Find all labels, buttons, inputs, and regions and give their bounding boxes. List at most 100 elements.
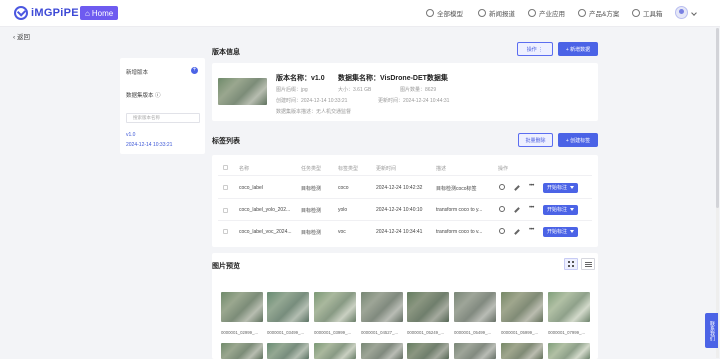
preview-image[interactable]: [407, 292, 449, 322]
row-checkbox[interactable]: [223, 185, 228, 190]
version-item-name[interactable]: v1.0: [126, 132, 135, 138]
preview-image[interactable]: [454, 292, 496, 322]
preview-image[interactable]: [221, 292, 263, 322]
preview-image[interactable]: [501, 343, 543, 359]
preview-image[interactable]: [314, 343, 356, 359]
preview-image[interactable]: [407, 343, 449, 359]
more-icon[interactable]: •••: [529, 183, 534, 189]
grid-icon: [426, 9, 434, 17]
update-time: 2024-12-24 10:42:32: [376, 185, 423, 191]
preview-image[interactable]: [548, 292, 590, 322]
view-icon[interactable]: [499, 206, 505, 212]
nav-label: 全部模型: [437, 11, 463, 18]
start-annotation-button[interactable]: 开始标注: [543, 227, 578, 237]
preview-image[interactable]: [454, 343, 496, 359]
add-data-button[interactable]: + 新增数据: [558, 42, 598, 56]
industry-icon: [528, 9, 536, 17]
toolbox-icon: [632, 9, 640, 17]
nav-all-models[interactable]: 全部模型: [426, 8, 463, 18]
image-caption: 0000001_02999_...: [221, 330, 259, 335]
image-format: 图片后缀：jpg: [276, 87, 308, 93]
preview-image[interactable]: [267, 292, 309, 322]
select-all-checkbox[interactable]: [223, 165, 228, 170]
version-search-input[interactable]: 搜索版本名称: [126, 113, 200, 123]
logo-text: iMGPiPE: [31, 7, 79, 19]
update-time: 2024-12-24 10:40:10: [376, 207, 423, 213]
product-icon: [578, 9, 586, 17]
start-annotation-button[interactable]: 开始标注: [543, 205, 578, 215]
list-view-toggle[interactable]: [581, 258, 595, 270]
avatar[interactable]: [675, 6, 688, 19]
label-name[interactable]: coco_label_yolo_202...: [239, 207, 290, 213]
image-caption: 0000001_05249_...: [407, 330, 445, 335]
list-icon: [585, 262, 592, 267]
preview-image[interactable]: [361, 292, 403, 322]
column-header: 更新时间: [376, 166, 397, 172]
logo-icon: [14, 6, 28, 20]
row-checkbox[interactable]: [223, 229, 228, 234]
more-icon[interactable]: •••: [529, 205, 534, 211]
preview-image[interactable]: [501, 292, 543, 322]
image-caption: 0000001_05499_...: [454, 330, 492, 335]
preview-image[interactable]: [221, 343, 263, 359]
nav-label: 产业应用: [539, 11, 565, 18]
contact-side-tab[interactable]: 联系我们: [705, 313, 718, 348]
create-label-button[interactable]: + 创建标签: [558, 133, 598, 147]
home-button[interactable]: ⌂ Home: [80, 6, 119, 20]
column-header: 标签类型: [338, 166, 359, 172]
update-time: 2024-12-24 10:34:41: [376, 229, 423, 235]
row-checkbox[interactable]: [223, 208, 228, 213]
logo[interactable]: iMGPiPE: [14, 6, 79, 20]
back-link[interactable]: ‹ 返回: [13, 31, 30, 41]
scrollbar-thumb[interactable]: [716, 28, 719, 208]
back-label: 返回: [16, 34, 30, 41]
label-type: coco: [338, 185, 349, 191]
preview-image[interactable]: [548, 343, 590, 359]
dataset-name: 数据集名称：VisDrone-DET数据集: [338, 75, 448, 82]
grid-view-toggle[interactable]: [564, 258, 578, 270]
task-type: 目标检测: [301, 230, 322, 236]
label-description: 目标检测coco标签: [436, 186, 477, 192]
preview-image[interactable]: [314, 292, 356, 322]
label-type: voc: [338, 229, 346, 235]
column-header: 描述: [436, 166, 447, 172]
task-type: 目标检测: [301, 186, 322, 192]
grid-icon: [568, 261, 574, 267]
nav-news[interactable]: 新闻报道: [478, 8, 515, 18]
column-header: 操作: [498, 166, 509, 172]
image-caption: 0000001_03499_...: [267, 330, 305, 335]
version-description: 数据集版本描述：无人机交通监督: [276, 109, 352, 115]
label-name[interactable]: coco_label: [239, 185, 263, 191]
new-version-label: 新增版本: [126, 70, 149, 76]
action-button[interactable]: 操作 ⋮: [517, 42, 553, 56]
chevron-down-icon[interactable]: [691, 10, 697, 16]
column-header: 任务类型: [301, 166, 322, 172]
home-icon: ⌂: [85, 8, 90, 18]
nav-label: 工具箱: [643, 11, 663, 18]
preview-image[interactable]: [361, 343, 403, 359]
preview-image[interactable]: [267, 343, 309, 359]
more-icon[interactable]: •••: [529, 227, 534, 233]
version-item-time[interactable]: 2024-12-14 10:33:21: [126, 142, 172, 148]
row-divider: [218, 220, 592, 221]
nav-label: 产品&方案: [589, 11, 620, 18]
nav-toolbox[interactable]: 工具箱: [632, 8, 663, 18]
view-icon[interactable]: [499, 184, 505, 190]
nav-label: 新闻报道: [489, 11, 515, 18]
image-caption: 0000001_04527_...: [361, 330, 399, 335]
created-time: 创建时间：2024-12-14 10:33:21: [276, 98, 348, 104]
task-type: 目标检测: [301, 208, 322, 214]
nav-industry[interactable]: 产业应用: [528, 8, 565, 18]
batch-delete-button[interactable]: 批量删除: [518, 133, 553, 147]
image-caption: 0000001_07999_...: [548, 330, 586, 335]
image-preview-title: 图片预览: [212, 263, 240, 270]
image-caption: 0000001_03999_...: [314, 330, 352, 335]
view-icon[interactable]: [499, 228, 505, 234]
label-type: yolo: [338, 207, 348, 213]
add-version-button[interactable]: +: [191, 67, 198, 74]
dataset-cover-image: [218, 78, 267, 105]
label-description: transform coco to v...: [436, 229, 483, 235]
nav-products[interactable]: 产品&方案: [578, 8, 619, 18]
label-name[interactable]: coco_label_voc_2024...: [239, 229, 292, 235]
start-annotation-button[interactable]: 开始标注: [543, 183, 578, 193]
